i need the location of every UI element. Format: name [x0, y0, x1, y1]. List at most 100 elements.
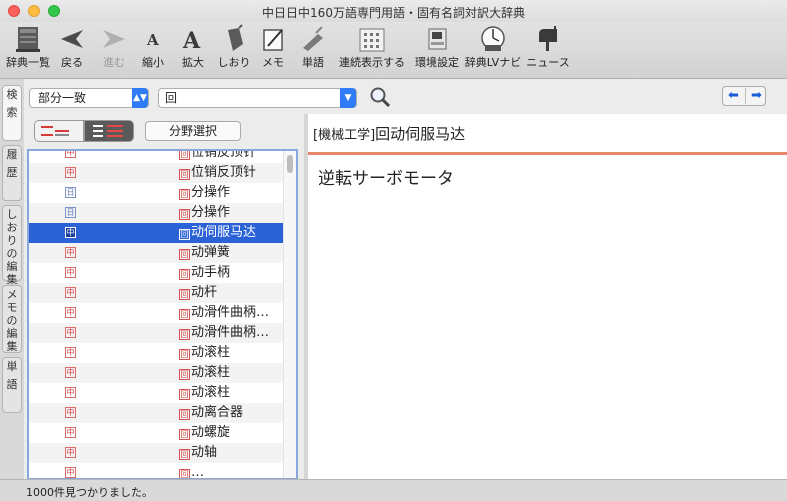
search-char-mark-icon: 回 [179, 169, 190, 180]
result-word-text: 位销反顶针 [191, 149, 257, 160]
result-word: 回分操作 [179, 203, 230, 223]
result-row[interactable]: 中 回动手柄 [29, 263, 296, 283]
result-row[interactable]: 中 回动滚柱 [29, 343, 296, 363]
result-row[interactable]: 中 回动伺服马达 [29, 223, 296, 243]
result-word-text: 分操作 [191, 185, 231, 200]
back-button[interactable]: 戻る [54, 24, 90, 70]
search-char-mark-icon: 回 [179, 229, 190, 240]
results-pane: 分野選択 中回位销反顶针中回位销反顶针日回分操作日回分操作中回动伺服马达中回动弹… [24, 114, 304, 480]
result-word-text: 动滚柱 [191, 345, 231, 360]
result-row[interactable]: 中 回… [29, 463, 296, 480]
grid-icon [359, 28, 385, 52]
wordbook-icon [303, 26, 323, 51]
svg-text:A: A [182, 28, 201, 54]
memo-button[interactable]: メモ [256, 24, 290, 70]
enlarge-font-button[interactable]: A 拡大 [176, 24, 210, 70]
books-icon [16, 27, 40, 52]
result-word-text: 动滚柱 [191, 365, 231, 380]
scrollbar-thumb[interactable] [287, 155, 293, 173]
bookmark-button[interactable]: しおり [214, 24, 254, 70]
result-word: 回动轴 [179, 443, 217, 463]
search-char-mark-icon: 回 [179, 429, 190, 440]
news-button[interactable]: ニュース [526, 24, 570, 70]
results-scrollbar[interactable] [283, 151, 296, 478]
result-word-text: 分操作 [191, 205, 231, 220]
match-mode-value: 部分一致 [38, 91, 87, 105]
wordbook-button[interactable]: 単語 [296, 24, 330, 70]
lv-navi-icon [481, 26, 505, 51]
arrow-left-icon [61, 30, 83, 48]
tab-history-label: 履歴 [6, 148, 18, 179]
search-char-mark-icon: 回 [179, 209, 190, 220]
result-row[interactable]: 中 回动滑件曲柄… [29, 323, 296, 343]
lv-navi-button[interactable]: 辞典LVナビ [464, 24, 522, 70]
mailbox-icon [539, 26, 557, 51]
result-word-text: 动伺服马达 [191, 225, 257, 240]
list-lines-icon [41, 126, 69, 136]
search-icon[interactable] [369, 86, 391, 108]
result-word: 回动伺服马达 [179, 223, 256, 243]
result-row[interactable]: 中 回动滑件曲柄… [29, 303, 296, 323]
chinese-tag-icon: 中 [65, 467, 76, 478]
search-char-mark-icon: 回 [179, 249, 190, 260]
result-word: 回动滚柱 [179, 343, 230, 363]
result-word-text: 动滚柱 [191, 385, 231, 400]
result-row[interactable]: 中 回动杆 [29, 283, 296, 303]
result-word: 回动离合器 [179, 403, 243, 423]
result-row[interactable]: 中 回位销反顶针 [29, 149, 296, 163]
tab-wordbook-label: 単語 [6, 360, 18, 391]
results-list[interactable]: 中回位销反顶针中回位销反顶针日回分操作日回分操作中回动伺服马达中回动弹簧中回动手… [27, 149, 298, 480]
chinese-tag-icon: 中 [65, 347, 76, 358]
memo-icon [263, 29, 283, 51]
history-nav-buttons: ⬅ ➡ [722, 86, 766, 106]
list-mode-single-button[interactable] [34, 120, 84, 142]
result-word-text: 动弹簧 [191, 245, 231, 260]
toolbar: 辞典一覧 戻る 進む A 縮小 A 拡大 しおり メモ 単語 連続表示する 環境… [0, 22, 787, 79]
result-row[interactable]: 中 回位销反顶针 [29, 163, 296, 183]
svg-text:A: A [146, 31, 159, 49]
search-char-mark-icon: 回 [179, 389, 190, 400]
tab-memo-edit[interactable]: メモの編集 [2, 285, 22, 353]
shrink-font-button[interactable]: A 縮小 [136, 24, 170, 70]
result-row[interactable]: 中 回动滚柱 [29, 363, 296, 383]
field-select-button[interactable]: 分野選択 [145, 121, 241, 141]
result-word-text: 位销反顶针 [191, 165, 257, 180]
result-row[interactable]: 中 回动离合器 [29, 403, 296, 423]
result-word: 回… [179, 463, 204, 480]
tab-bookmark-edit-label: しおりの編集 [6, 208, 18, 286]
search-input[interactable]: 回 ▼ [158, 88, 357, 108]
result-row[interactable]: 日 回分操作 [29, 203, 296, 223]
arrow-right-icon [103, 30, 125, 48]
status-bar: 1000件見つかりました。 [0, 479, 787, 501]
result-word-text: 动滑件曲柄… [191, 305, 270, 320]
result-word-text: 动手柄 [191, 265, 231, 280]
result-row[interactable]: 中 回动螺旋 [29, 423, 296, 443]
entry-headword: [機械工学]回动伺服马达 [313, 123, 465, 144]
japanese-tag-icon: 日 [65, 207, 76, 218]
prev-entry-button[interactable]: ⬅ [723, 88, 744, 104]
tab-history[interactable]: 履歴 [2, 145, 22, 201]
search-char-mark-icon: 回 [179, 189, 190, 200]
result-word-text: 动螺旋 [191, 425, 231, 440]
forward-button[interactable]: 進む [96, 24, 132, 70]
search-char-mark-icon: 回 [179, 369, 190, 380]
result-row[interactable]: 中 回动轴 [29, 443, 296, 463]
result-row[interactable]: 日 回分操作 [29, 183, 296, 203]
result-row[interactable]: 中 回动滚柱 [29, 383, 296, 403]
list-mode-dual-button[interactable] [84, 120, 134, 142]
result-row[interactable]: 中 回动弹簧 [29, 243, 296, 263]
result-word-text: … [191, 465, 204, 480]
continuous-display-button[interactable]: 連続表示する [338, 24, 406, 70]
result-word: 回动滚柱 [179, 383, 230, 403]
settings-button[interactable]: 環境設定 [412, 24, 462, 70]
chinese-tag-icon: 中 [65, 247, 76, 258]
tab-bookmark-edit[interactable]: しおりの編集 [2, 205, 22, 286]
match-mode-select[interactable]: 部分一致 ▲▼ [29, 88, 149, 108]
tab-search[interactable]: 検索 [2, 85, 22, 141]
next-entry-button[interactable]: ➡ [745, 88, 767, 104]
dict-list-button[interactable]: 辞典一覧 [6, 24, 50, 70]
entry-meaning: 逆転サーボモータ [318, 169, 454, 189]
tab-wordbook[interactable]: 単語 [2, 357, 22, 413]
result-word-text: 动离合器 [191, 405, 244, 420]
search-char-mark-icon: 回 [179, 289, 190, 300]
